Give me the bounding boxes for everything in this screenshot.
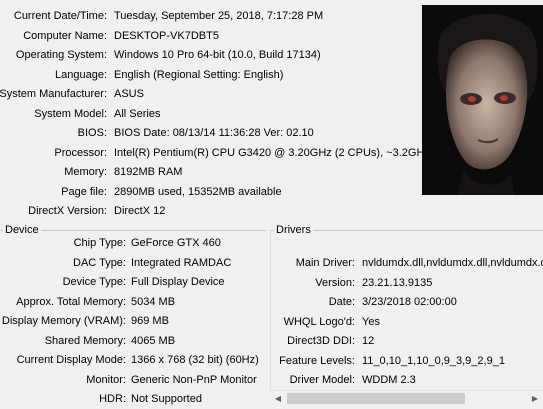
system-info-value: ASUS <box>114 88 144 100</box>
driver-label: Main Driver: <box>295 257 355 269</box>
device-row: DAC Type: <box>0 254 126 273</box>
system-info-label: Computer Name: <box>23 29 107 42</box>
drivers-horizontal-scrollbar[interactable]: ◀ ▶ <box>270 390 543 407</box>
device-label: DAC Type: <box>73 256 126 269</box>
driver-label: WHQL Logo'd: <box>283 315 355 328</box>
driver-row: Feature Levels: <box>271 352 355 371</box>
drivers-group-title: Drivers <box>274 223 313 237</box>
system-info-value: Tuesday, September 25, 2018, 7:17:28 PM <box>114 10 324 22</box>
system-info-row: Language: <box>0 66 107 85</box>
system-info-value: English (Regional Setting: English) <box>114 68 284 81</box>
device-value: 1366 x 768 (32 bit) (60Hz) <box>131 354 259 366</box>
system-info-value: All Series <box>114 107 161 120</box>
device-row: Device Type: <box>0 273 126 292</box>
system-info-row: BIOS: <box>0 124 107 143</box>
system-info-row: Computer Name: <box>0 27 107 46</box>
driver-value: 23.21.13.9135 <box>362 276 433 289</box>
system-info-value: 2890MB used, 15352MB available <box>114 185 282 198</box>
system-info-value: Intel(R) Pentium(R) CPU G3420 @ 3.20GHz … <box>114 146 430 159</box>
driver-label: Version: <box>315 276 355 289</box>
device-label: Monitor: <box>86 373 126 386</box>
system-info-label: Operating System: <box>15 49 107 61</box>
device-value: 5034 MB <box>131 295 176 308</box>
chevron-left-icon[interactable]: ◀ <box>270 391 286 407</box>
driver-row: Version: <box>271 274 355 293</box>
system-info-row: Page file: <box>0 183 107 202</box>
driver-value: 11_0,10_1,10_0,9_3,9_2,9_1 <box>362 354 505 367</box>
system-info-label: DirectX Version: <box>28 205 107 217</box>
system-info-value: 8192MB RAM <box>114 166 183 178</box>
driver-label: Driver Model: <box>289 374 355 386</box>
system-info-label: Language: <box>55 68 107 81</box>
device-row: Approx. Total Memory: <box>0 293 126 312</box>
device-row: Monitor: <box>0 371 126 390</box>
driver-value: 12 <box>362 335 375 347</box>
system-info-row: System Model: <box>0 105 107 124</box>
driver-value: Yes <box>362 315 380 328</box>
driver-row: Date: <box>271 293 355 312</box>
chevron-right-icon[interactable]: ▶ <box>527 391 543 407</box>
system-info-panel: Current Date/Time: Computer Name: Operatin… <box>0 0 430 222</box>
driver-row: Main Driver: <box>271 254 355 273</box>
system-info-value: BIOS Date: 08/13/14 11:36:28 Ver: 02.10 <box>114 127 314 139</box>
system-info-row: Memory: <box>0 163 107 182</box>
device-row: Current Display Mode: <box>0 351 126 370</box>
driver-value: 3/23/2018 02:00:00 <box>362 296 457 308</box>
system-info-label: Processor: <box>54 146 107 159</box>
drivers-group: Drivers Main Driver: nvldumdx.dll,nvldumd… <box>270 223 543 407</box>
system-info-row: Processor: <box>0 144 107 163</box>
system-info-row: System Manufacturer: <box>0 85 107 104</box>
driver-row: WHQL Logo'd: <box>271 313 355 332</box>
system-info-label: System Model: <box>34 107 107 120</box>
device-label: Chip Type: <box>73 237 126 249</box>
driver-value: nvldumdx.dll,nvldumdx.dll,nvldumdx.dl <box>362 257 543 269</box>
device-label: Device Type: <box>62 276 126 288</box>
system-info-row: Operating System: <box>0 46 107 65</box>
device-row: Chip Type: <box>0 234 126 253</box>
scrollbar-thumb[interactable] <box>287 393 465 404</box>
system-info-value: DESKTOP-VK7DBT5 <box>114 29 219 42</box>
driver-label: Feature Levels: <box>279 354 355 367</box>
system-info-label: Memory: <box>64 166 107 178</box>
user-avatar-image <box>422 5 543 195</box>
system-info-label: Page file: <box>61 185 107 198</box>
driver-row: Direct3D DDI: <box>271 332 355 351</box>
device-label: Shared Memory: <box>44 334 126 347</box>
device-row: HDR: <box>0 390 126 409</box>
driver-label: Date: <box>328 296 355 308</box>
system-info-label: Current Date/Time: <box>13 10 107 22</box>
device-value: 4065 MB <box>131 334 176 347</box>
device-value: Full Display Device <box>131 276 225 288</box>
device-label: Display Memory (VRAM): <box>1 315 126 327</box>
driver-label: Direct3D DDI: <box>287 335 355 347</box>
device-group: Device Chip Type: GeForce GTX 460 DAC Type… <box>0 223 266 409</box>
system-info-row: DirectX Version: <box>0 202 107 221</box>
device-row: Shared Memory: <box>0 332 126 351</box>
system-info-row: Current Date/Time: <box>0 7 107 26</box>
device-value: Generic Non-PnP Monitor <box>131 373 257 386</box>
device-value: Integrated RAMDAC <box>131 256 232 269</box>
device-row: Display Memory (VRAM): <box>0 312 126 331</box>
system-info-label: System Manufacturer: <box>0 88 107 100</box>
device-label: Current Display Mode: <box>16 354 126 366</box>
driver-value: WDDM 2.3 <box>362 374 416 386</box>
system-info-label: BIOS: <box>77 127 107 139</box>
device-label: HDR: <box>99 393 126 405</box>
driver-row: Driver Model: <box>271 371 355 390</box>
device-value: 969 MB <box>131 315 169 327</box>
device-label: Approx. Total Memory: <box>16 295 126 308</box>
system-info-value: DirectX 12 <box>114 205 166 217</box>
device-value: GeForce GTX 460 <box>131 237 221 249</box>
system-info-value: Windows 10 Pro 64-bit (10.0, Build 17134… <box>114 49 321 61</box>
device-value: Not Supported <box>131 393 202 405</box>
